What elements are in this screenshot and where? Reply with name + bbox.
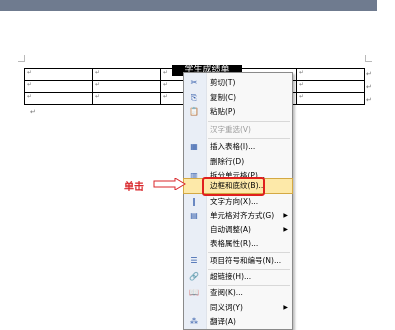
context-menu[interactable]: ✂ 剪切(T) ⎘ 复制(C) 📋 粘贴(P) 汉字重选(V) ▦ 插入表格(I…: [183, 72, 293, 330]
table-cell[interactable]: ↵: [24, 68, 93, 81]
lookup-icon: 📖: [189, 288, 199, 297]
text-direction-icon: ‖: [192, 197, 196, 206]
table-cell[interactable]: ↵: [296, 68, 365, 81]
menu-separator: [208, 252, 290, 253]
paste-icon: 📋: [189, 107, 199, 116]
row-end-mark: ↵: [366, 83, 372, 91]
cell-alignment-icon: ▤: [190, 211, 198, 220]
right-arrow-icon: [153, 178, 186, 190]
page-margin-corner-right: [365, 55, 372, 62]
click-callout-label: 单击: [124, 182, 144, 193]
menu-item-synonyms[interactable]: 同义词(Y) ▶: [184, 301, 292, 315]
menu-item-cell-alignment[interactable]: ▤ 单元格对齐方式(G) ▶: [184, 209, 292, 223]
table-cell[interactable]: ↵: [296, 92, 365, 105]
bullets-numbering-icon: ☰: [190, 256, 198, 265]
menu-item-cut[interactable]: ✂ 剪切(T): [184, 76, 292, 90]
translate-icon: ⁂: [190, 317, 198, 326]
menu-item-autofit[interactable]: 自动调整(A) ▶: [184, 223, 292, 237]
window-title-bar: [0, 0, 377, 11]
menu-separator: [208, 138, 290, 139]
table-cell[interactable]: ↵: [24, 80, 93, 93]
menu-item-text-direction[interactable]: ‖ 文字方向(X)...: [184, 195, 292, 209]
page-margin-corner-left: [18, 55, 25, 62]
menu-item-paste[interactable]: 📋 粘贴(P): [184, 105, 292, 119]
submenu-arrow-icon: ▶: [283, 304, 288, 311]
submenu-arrow-icon: ▶: [283, 212, 288, 219]
menu-item-copy[interactable]: ⎘ 复制(C): [184, 91, 292, 105]
menu-item-bullets-numbering[interactable]: ☰ 项目符号和编号(N)...: [184, 254, 292, 268]
highlight-box: [202, 177, 265, 196]
paragraph-mark: ↵: [30, 108, 36, 116]
copy-icon: ⎘: [190, 93, 198, 102]
menu-item-translate[interactable]: ⁂ 翻译(A): [184, 315, 292, 329]
menu-separator: [208, 121, 290, 122]
row-end-mark: ↵: [366, 96, 372, 104]
table-cell[interactable]: ↵: [296, 80, 365, 93]
insert-table-icon: ▦: [190, 142, 198, 151]
scissors-icon: ✂: [190, 78, 198, 87]
table-cell[interactable]: ↵: [92, 92, 161, 105]
table-cell[interactable]: ↵: [92, 80, 161, 93]
hyperlink-icon: 🔗: [189, 272, 199, 281]
menu-item-reconvert[interactable]: 汉字重选(V): [184, 123, 292, 137]
menu-item-delete-row[interactable]: 删除行(D): [184, 155, 292, 169]
menu-item-lookup[interactable]: 📖 查阅(K)...: [184, 286, 292, 300]
menu-item-table-properties[interactable]: 表格属性(R)...: [184, 237, 292, 251]
table-cell[interactable]: ↵: [24, 92, 93, 105]
submenu-arrow-icon: ▶: [283, 226, 288, 233]
table-cell[interactable]: ↵: [92, 68, 161, 81]
menu-item-hyperlink[interactable]: 🔗 超链接(H)...: [184, 270, 292, 284]
menu-item-insert-table[interactable]: ▦ 插入表格(I)...: [184, 140, 292, 154]
row-end-mark: ↵: [366, 70, 372, 78]
